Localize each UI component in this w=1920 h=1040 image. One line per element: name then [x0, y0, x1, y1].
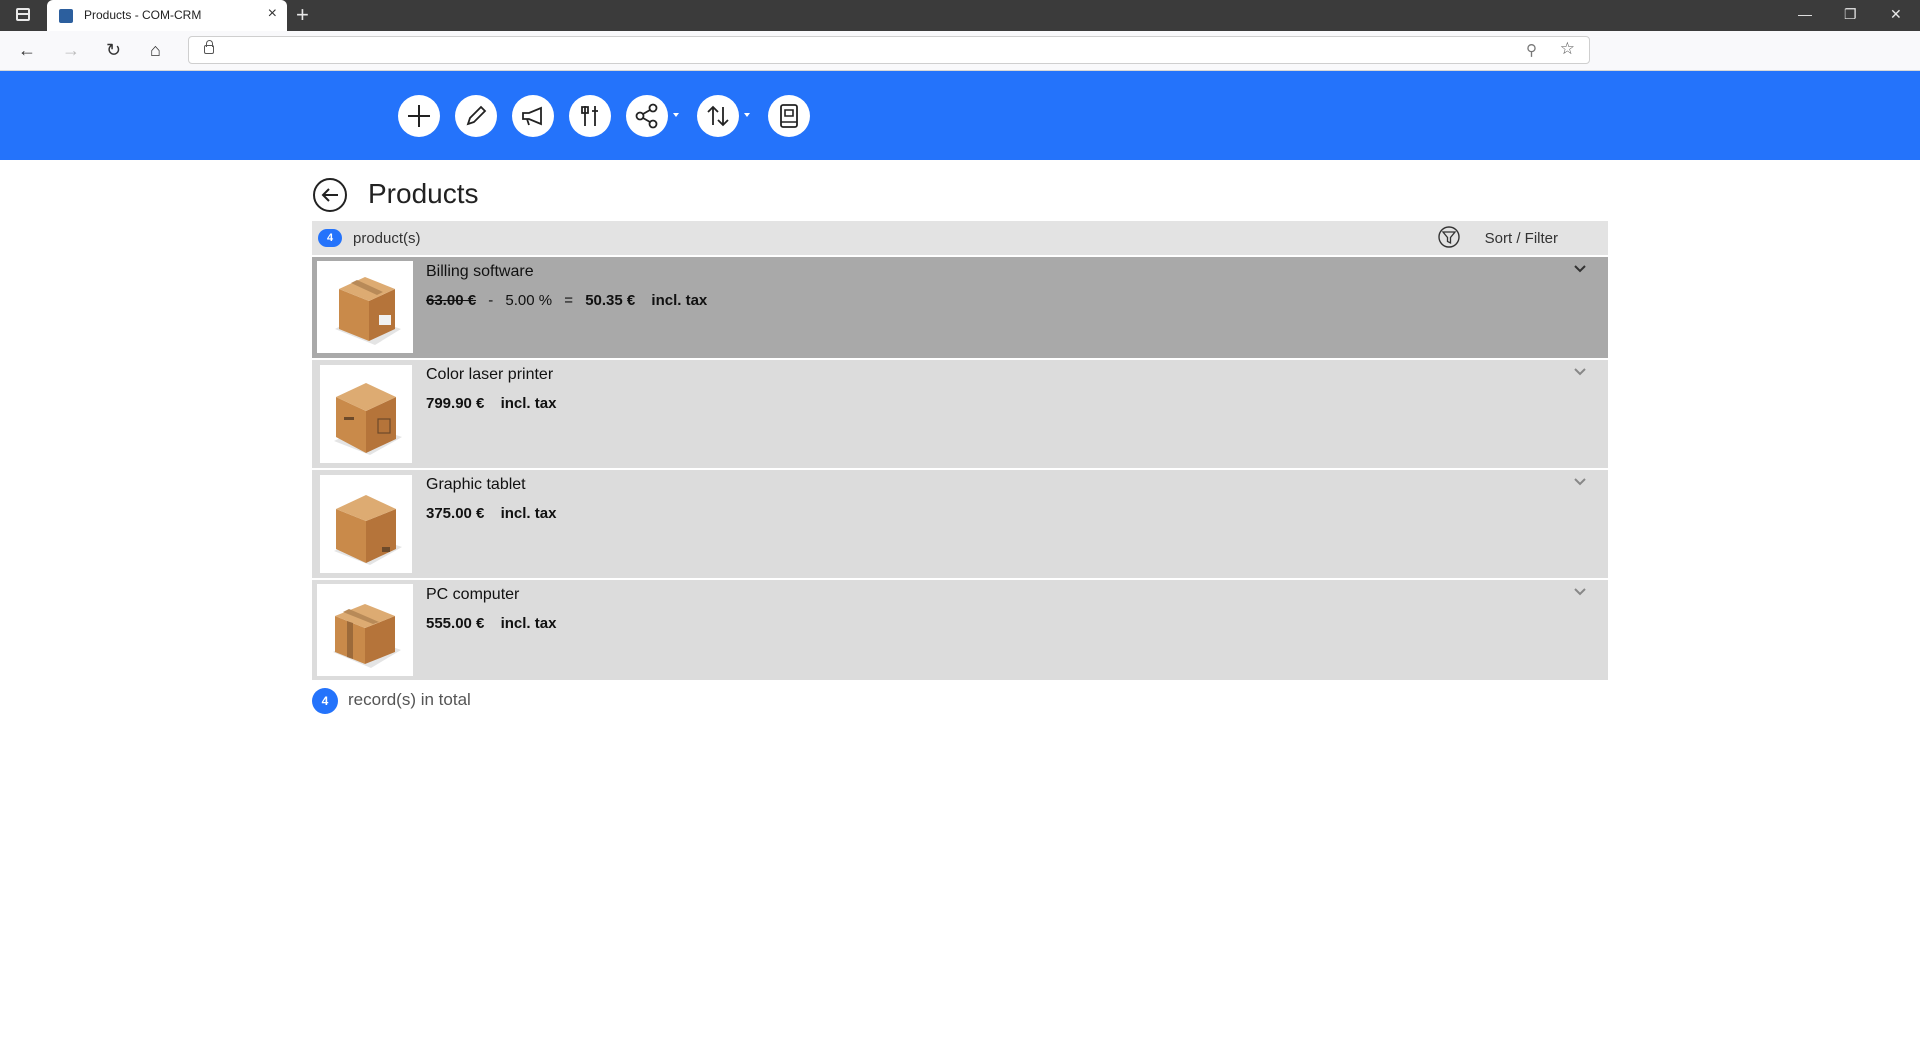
tax-label: incl. tax	[500, 505, 557, 522]
catalog-button[interactable]	[768, 95, 810, 137]
price-line: 63.00 € - 5.00 % = 50.35 € incl. tax	[426, 292, 707, 309]
tax-label: incl. tax	[500, 615, 557, 632]
minimize-icon[interactable]: —	[1798, 6, 1812, 22]
sort-arrows-icon	[707, 105, 729, 127]
tools-button[interactable]	[569, 95, 611, 137]
equals-sign: =	[564, 292, 574, 309]
share-dropdown-icon[interactable]	[673, 113, 679, 117]
filter-icon[interactable]	[1438, 226, 1460, 248]
share-button[interactable]	[626, 95, 668, 137]
share-icon	[635, 103, 658, 129]
chevron-down-icon[interactable]	[1574, 368, 1586, 376]
product-image	[320, 475, 412, 573]
discount-percent: 5.00 %	[505, 292, 553, 309]
product-image	[317, 584, 413, 676]
total-count-badge: 4	[312, 688, 338, 714]
tab-list-icon[interactable]	[16, 8, 30, 21]
reload-icon[interactable]: ↻	[106, 40, 121, 61]
product-list: 4 product(s) Sort / Filter Billing softw…	[312, 221, 1608, 680]
product-image	[317, 261, 413, 353]
browser-tab[interactable]: Products - COM-CRM ×	[47, 0, 287, 31]
list-item[interactable]: Graphic tablet 375.00 € incl. tax	[312, 468, 1608, 578]
back-button[interactable]	[313, 178, 347, 212]
close-window-icon[interactable]: ✕	[1890, 6, 1902, 23]
price-line: 555.00 € incl. tax	[426, 615, 556, 632]
tools-icon	[581, 106, 598, 126]
list-header-label: product(s)	[353, 230, 421, 247]
price-line: 799.90 € incl. tax	[426, 395, 556, 412]
chevron-down-icon[interactable]	[1574, 265, 1586, 273]
product-name: Billing software	[426, 263, 534, 280]
plus-icon	[408, 105, 430, 127]
edit-button[interactable]	[455, 95, 497, 137]
box-image-icon	[335, 277, 401, 345]
list-item[interactable]: PC computer 555.00 € incl. tax	[312, 578, 1608, 680]
list-header: 4 product(s) Sort / Filter	[312, 221, 1608, 255]
back-icon[interactable]: ←	[18, 40, 36, 61]
product-name: Color laser printer	[426, 366, 554, 383]
box-image-icon	[333, 604, 401, 668]
sort-dropdown-icon[interactable]	[744, 113, 750, 117]
campaign-button[interactable]	[512, 95, 554, 137]
chevron-down-icon[interactable]	[1574, 588, 1586, 596]
discount-separator: -	[488, 292, 494, 309]
browser-tab-bar: Products - COM-CRM × + — ❐ ✕	[0, 0, 1920, 31]
sort-button[interactable]	[697, 95, 739, 137]
megaphone-icon	[522, 106, 542, 126]
address-bar-row: ← → ↻ ⌂ ⚲ ☆	[0, 31, 1920, 71]
price-line: 375.00 € incl. tax	[426, 505, 556, 522]
final-price: 799.90 €	[426, 395, 485, 412]
final-price: 555.00 €	[426, 615, 485, 632]
product-count-badge: 4	[318, 229, 342, 247]
favorite-star-icon[interactable]: ☆	[1560, 39, 1575, 59]
pencil-icon	[466, 105, 487, 126]
product-image	[320, 365, 412, 463]
original-price: 63.00 €	[426, 292, 477, 309]
product-name: PC computer	[426, 586, 520, 603]
final-price: 50.35 €	[585, 292, 636, 309]
final-price: 375.00 €	[426, 505, 485, 522]
forward-icon[interactable]: →	[62, 40, 80, 61]
lock-icon	[204, 40, 214, 54]
favicon-icon	[59, 9, 73, 23]
page-title: Products	[368, 178, 479, 209]
list-item[interactable]: Color laser printer 799.90 € incl. tax	[312, 358, 1608, 468]
restore-icon[interactable]: ❐	[1844, 6, 1857, 23]
product-name: Graphic tablet	[426, 476, 526, 493]
tab-title: Products - COM-CRM	[84, 8, 202, 22]
zoom-icon[interactable]: ⚲	[1526, 41, 1537, 59]
add-button[interactable]	[398, 95, 440, 137]
box-image-icon	[334, 383, 402, 455]
app-toolbar	[0, 71, 1920, 160]
tab-close-icon[interactable]: ×	[268, 5, 277, 23]
url-field[interactable]: ⚲ ☆	[188, 36, 1590, 64]
book-icon	[780, 104, 798, 128]
home-icon[interactable]: ⌂	[150, 40, 161, 61]
chevron-down-icon[interactable]	[1574, 478, 1586, 486]
arrow-left-icon	[321, 188, 338, 202]
list-item[interactable]: Billing software 63.00 € - 5.00 % = 50.3…	[312, 255, 1608, 358]
tax-label: incl. tax	[651, 292, 708, 309]
total-records-label: record(s) in total	[348, 690, 471, 709]
tax-label: incl. tax	[500, 395, 557, 412]
box-image-icon	[334, 495, 402, 565]
sort-filter-button[interactable]: Sort / Filter	[1485, 230, 1558, 247]
new-tab-icon[interactable]: +	[296, 2, 309, 28]
